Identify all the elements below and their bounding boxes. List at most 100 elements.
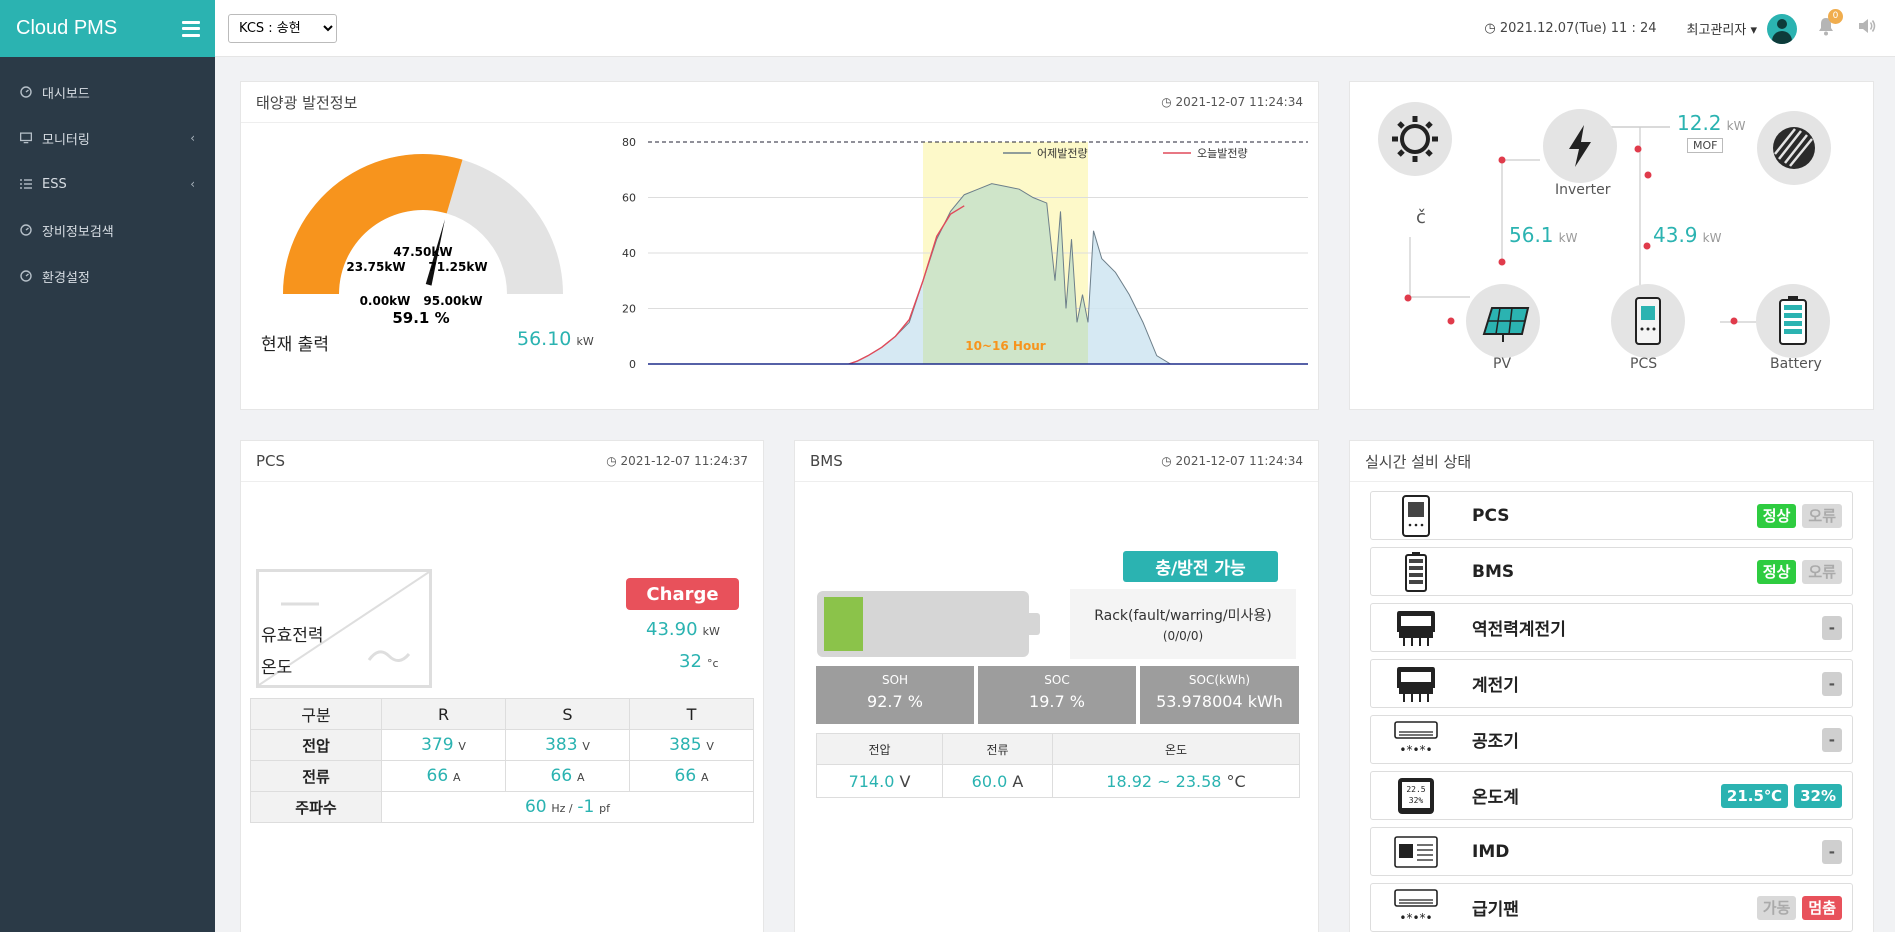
temperature-unit: °c xyxy=(707,657,719,670)
status-badges: - xyxy=(1821,671,1842,696)
status-badge: 오류 xyxy=(1802,503,1842,528)
pv-panel-icon xyxy=(1466,284,1540,358)
status-badges: 정상 오류 xyxy=(1756,559,1842,584)
legend-label: 어제발전량 xyxy=(1037,147,1088,160)
menu-toggle-icon[interactable] xyxy=(182,20,200,37)
active-power-label: 유효전력 xyxy=(261,626,324,646)
status-badge: - xyxy=(1821,727,1842,752)
table-header-row: 전압 전류 온도 xyxy=(816,733,1300,765)
table-cell: 385 V xyxy=(629,729,754,761)
battery-icon xyxy=(1756,284,1830,358)
current-s: 66 xyxy=(550,766,573,786)
current-output-label: 현재 출력 xyxy=(261,335,329,355)
panel-header: 실시간 설비 상태 xyxy=(1350,441,1873,482)
status-row-bms[interactable]: BMS 정상 오류 xyxy=(1370,547,1853,596)
status-row-pcs[interactable]: PCS 정상 오류 xyxy=(1370,491,1853,540)
battery-level-icon xyxy=(817,591,1040,657)
status-row-supply-fan[interactable]: •*•*• 급기팬 가동 멈춤 xyxy=(1370,883,1853,932)
column-header: 구분 xyxy=(250,698,382,730)
panel-title: 태양광 발전정보 xyxy=(256,93,358,112)
frequency-unit: Hz / xyxy=(551,802,573,815)
status-badges: - xyxy=(1821,839,1842,864)
gauge-max-label: 95.00kW xyxy=(423,294,482,308)
status-row-aircon[interactable]: •*•*• 공조기 - xyxy=(1370,715,1853,764)
bms-voltage-value: 714.0 xyxy=(848,771,895,791)
bms-status-badge: 충/방전 가능 xyxy=(1123,551,1278,582)
current-output-value: 56.10 xyxy=(517,328,572,350)
status-name: 급기팬 xyxy=(1472,900,1519,920)
y-tick-label: 60 xyxy=(622,192,636,205)
voltage-unit: V xyxy=(582,740,590,753)
soc-kwh-label: SOC(kWh) xyxy=(1188,673,1251,687)
table-cell: 379 V xyxy=(381,729,506,761)
svg-text:22.5: 22.5 xyxy=(1406,785,1425,794)
table-row: 714.0 V 60.0 A 18.92 ~ 23.58 °C xyxy=(816,764,1300,798)
status-name: 계전기 xyxy=(1472,676,1519,696)
aircon-icon: •*•*• xyxy=(1393,718,1439,762)
imd-icon xyxy=(1393,830,1439,874)
inverter-icon xyxy=(1543,109,1617,183)
gauge-percent-label: 59.1 % xyxy=(392,309,449,327)
soc-value: 19.7 % xyxy=(1029,692,1085,711)
grid-power: 12.2 kW xyxy=(1677,111,1745,135)
status-name: BMS xyxy=(1472,561,1515,582)
sidebar-item-settings[interactable]: 환경설정 xyxy=(0,253,215,299)
monitor-icon xyxy=(20,132,32,144)
panel-header: PCS ◷ 2021-12-07 11:24:37 xyxy=(241,441,763,482)
row-header: 전류 xyxy=(250,760,382,792)
gauge-mid-label: 47.50kW xyxy=(393,245,452,259)
user-menu[interactable]: 최고관리자 ▾ xyxy=(1687,19,1757,38)
chevron-left-icon: ‹ xyxy=(190,177,195,191)
soc-kwh-box: SOC(kWh) 53.978004 kWh xyxy=(1140,666,1299,724)
topbar-right: ◷ 2021.12.07(Tue) 11 : 24 최고관리자 ▾ 0 xyxy=(1484,0,1877,57)
gauge-min-label: 0.00kW xyxy=(360,294,411,308)
active-power: 43.90 kW xyxy=(646,619,720,640)
current-unit: A xyxy=(576,771,585,784)
sidebar-item-dashboard[interactable]: 대시보드 xyxy=(0,69,215,115)
highlight-window-label: 10~16 Hour xyxy=(965,339,1045,353)
status-row-thermometer[interactable]: 22.5 32% 온도계 21.5℃ 32% xyxy=(1370,771,1853,820)
status-badge: 정상 xyxy=(1756,559,1797,584)
status-row-relay[interactable]: 계전기 - xyxy=(1370,659,1853,708)
current-datetime: ◷ 2021.12.07(Tue) 11 : 24 xyxy=(1484,21,1656,36)
sidebar-item-monitoring[interactable]: 모니터링 ‹ xyxy=(0,115,215,161)
app-title: Cloud PMS xyxy=(16,17,118,39)
speaker-icon[interactable] xyxy=(1857,17,1877,40)
gauge-q3-label: 71.25kW xyxy=(428,260,487,274)
sidebar-item-label: 대시보드 xyxy=(42,86,90,102)
y-tick-label: 20 xyxy=(622,303,636,316)
timestamp-text: 2021-12-07 11:24:34 xyxy=(1175,454,1303,468)
bell-icon[interactable]: 0 xyxy=(1817,8,1843,41)
frequency-value: 60 xyxy=(524,797,547,817)
site-select[interactable]: KCS : 송현 xyxy=(228,14,337,43)
current-t: 66 xyxy=(674,766,697,786)
table-cell: 18.92 ~ 23.58 °C xyxy=(1052,764,1300,798)
grid-tower-icon xyxy=(1757,111,1831,185)
avatar[interactable] xyxy=(1767,13,1797,44)
sidebar-item-ess[interactable]: ESS ‹ xyxy=(0,161,215,207)
temperature: 32 °c xyxy=(679,651,719,672)
panel-header: BMS ◷ 2021-12-07 11:24:34 xyxy=(795,441,1318,482)
voltage-t: 385 xyxy=(669,735,702,755)
grid-power-unit: kW xyxy=(1726,119,1746,133)
column-header: S xyxy=(505,698,630,730)
y-tick-label: 40 xyxy=(622,247,636,260)
thermometer-icon: 22.5 32% xyxy=(1393,774,1439,818)
dashboard-icon xyxy=(20,270,32,282)
bms-temp-value: 18.92 ~ 23.58 xyxy=(1106,771,1222,791)
notification-badge: 0 xyxy=(1828,8,1843,24)
status-badge: 정상 xyxy=(1756,503,1797,528)
panel-header: 태양광 발전정보 ◷ 2021-12-07 11:24:34 xyxy=(241,82,1318,123)
status-badge: - xyxy=(1821,671,1842,696)
voltage-s: 383 xyxy=(545,735,578,755)
status-badge: 21.5℃ xyxy=(1720,783,1789,808)
temperature-label: 온도 xyxy=(261,658,293,678)
panel-title: 실시간 설비 상태 xyxy=(1365,452,1472,471)
status-row-reverse-power-relay[interactable]: 역전력계전기 - xyxy=(1370,603,1853,652)
pv-power-unit: kW xyxy=(1558,231,1578,245)
current-unit: A xyxy=(700,771,709,784)
topbar: KCS : 송현 ◷ 2021.12.07(Tue) 11 : 24 최고관리자… xyxy=(215,0,1895,57)
status-row-imd[interactable]: IMD - xyxy=(1370,827,1853,876)
sidebar-item-equipment-search[interactable]: 장비정보검색 xyxy=(0,207,215,253)
table-cell: 60 Hz / -1 pf xyxy=(381,791,754,823)
